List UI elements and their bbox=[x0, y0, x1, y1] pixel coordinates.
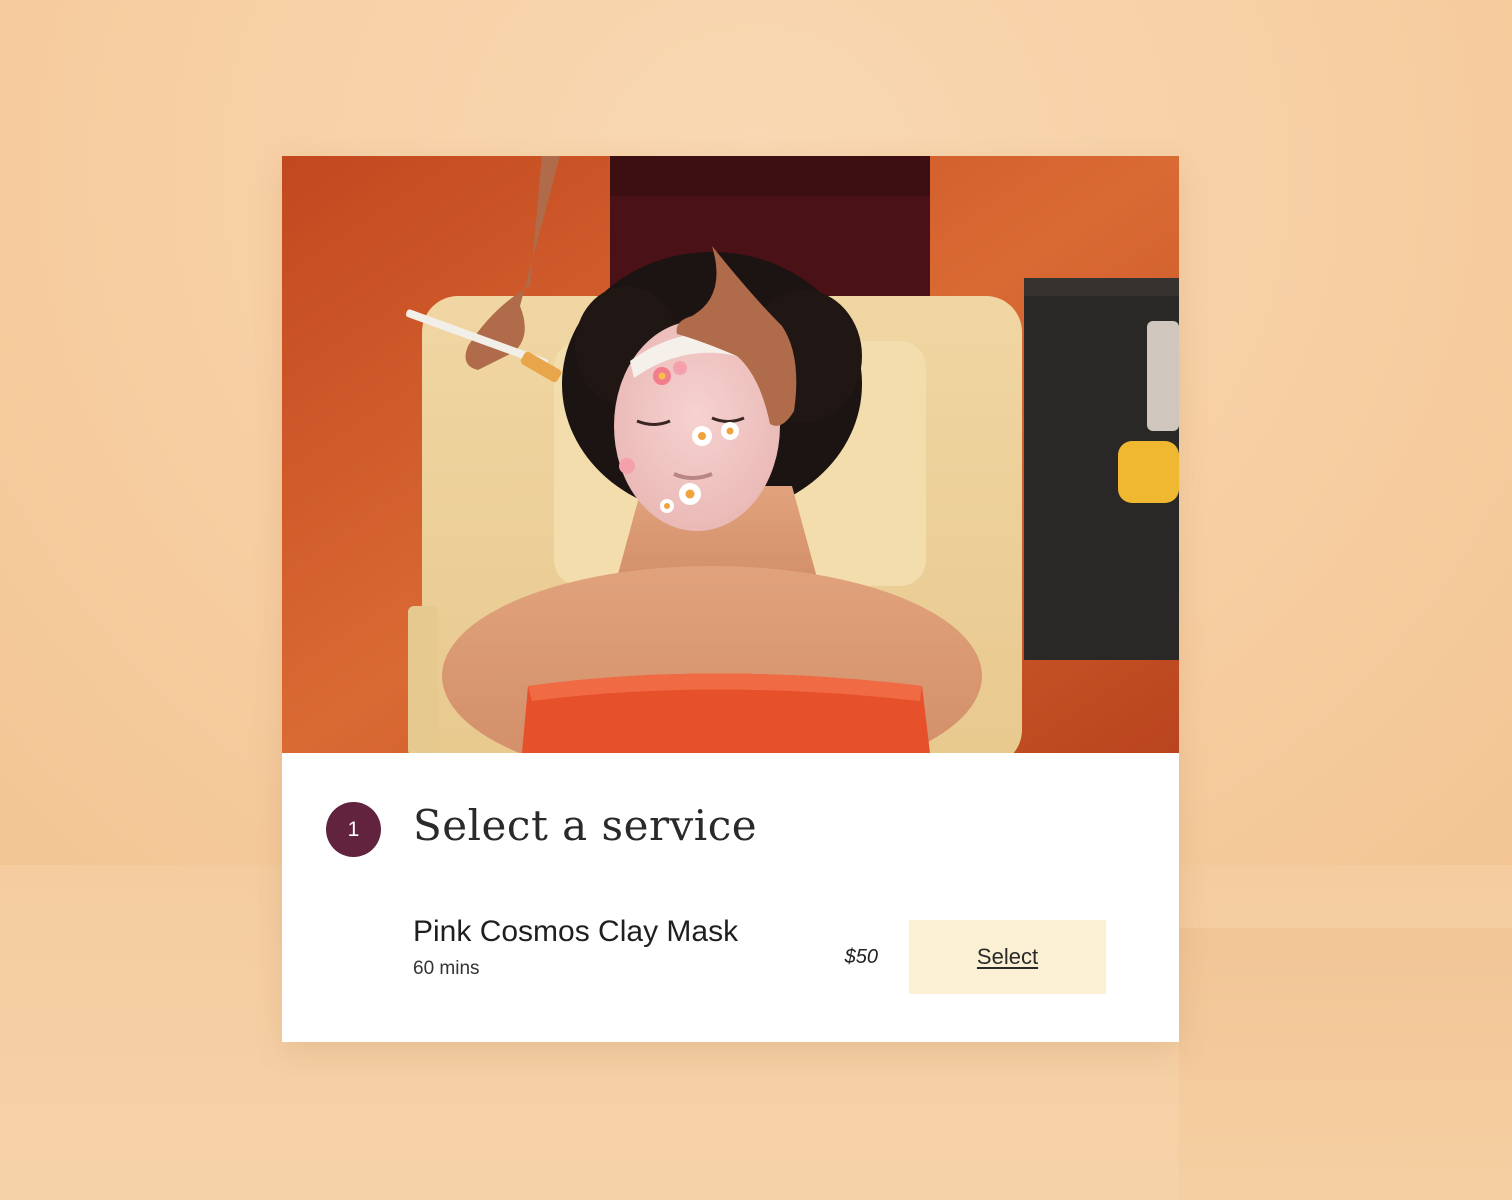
section-title: Select a service bbox=[413, 801, 758, 850]
booking-card: 1 Select a service Pink Cosmos Clay Mask… bbox=[282, 156, 1179, 1042]
step-number-badge: 1 bbox=[326, 802, 381, 857]
service-duration: 60 mins bbox=[413, 958, 480, 979]
background-step bbox=[1179, 928, 1512, 1200]
select-service-button[interactable]: Select bbox=[909, 920, 1106, 994]
service-price: $50 bbox=[844, 946, 878, 968]
facial-treatment-photo bbox=[282, 156, 1179, 753]
service-name: Pink Cosmos Clay Mask bbox=[413, 915, 739, 948]
